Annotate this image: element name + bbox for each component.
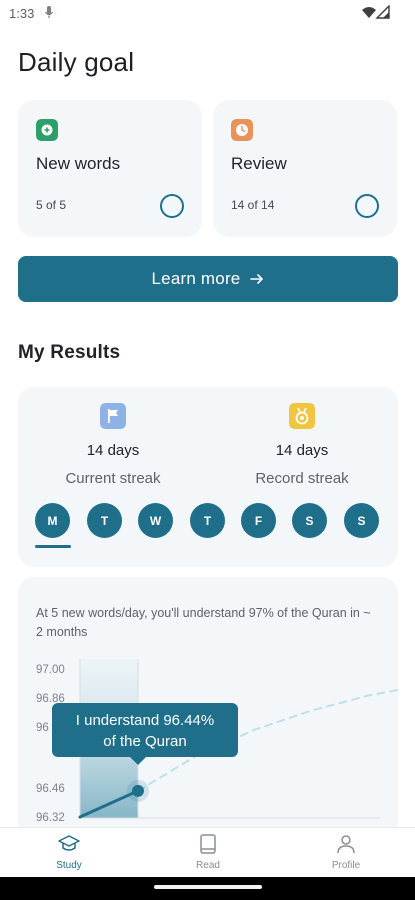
graduation-cap-icon	[58, 835, 80, 851]
goal-card-review[interactable]: Review 14 of 14	[213, 100, 397, 237]
medal-icon	[289, 403, 315, 429]
status-bar: 1:33	[0, 0, 415, 26]
day-saturday[interactable]: S	[292, 503, 327, 538]
record-streak-days: 14 days	[275, 442, 329, 459]
tooltip-text-line1: I understand 96.44%	[76, 712, 214, 729]
plus-circle-icon	[36, 119, 58, 141]
arrow-right-icon	[250, 274, 264, 284]
record-streak: 14 days Record streak	[212, 403, 392, 487]
person-icon	[337, 835, 355, 854]
day-monday[interactable]: M	[35, 503, 70, 538]
section-title-results: My Results	[18, 342, 121, 363]
day-wednesday[interactable]: W	[138, 503, 173, 538]
book-icon	[200, 834, 216, 854]
goal-count: 14 of 14	[231, 198, 275, 212]
current-streak-label: Current streak	[65, 470, 161, 487]
progress-chart: 97.0096.869696.4696.32I understand 96.44…	[36, 659, 398, 824]
tooltip-text-line2: of the Quran	[103, 733, 186, 750]
microphone-icon	[45, 6, 53, 18]
day-tuesday[interactable]: T	[87, 503, 122, 538]
highlight-point	[132, 784, 144, 797]
current-streak: 14 days Current streak	[23, 403, 203, 487]
current-streak-days: 14 days	[86, 442, 140, 459]
goal-status-circle	[355, 194, 379, 218]
nav-profile[interactable]: Profile	[306, 832, 386, 871]
results-card: 14 days Current streak 14 days Record st…	[18, 387, 398, 567]
status-time: 1:33	[9, 6, 35, 21]
projection-card: At 5 new words/day, you'll understand 97…	[18, 577, 398, 837]
nav-label: Read	[196, 860, 220, 871]
goal-count: 5 of 5	[36, 198, 67, 212]
learn-more-button[interactable]: Learn more	[18, 256, 398, 302]
day-friday[interactable]: F	[241, 503, 276, 538]
system-nav-bar	[0, 877, 415, 900]
flag-icon	[100, 403, 126, 429]
nav-read[interactable]: Read	[168, 832, 248, 871]
day-thursday[interactable]: T	[190, 503, 225, 538]
nav-label: Study	[56, 860, 82, 871]
y-tick-label: 96.32	[36, 812, 65, 824]
goal-card-new-words[interactable]: New words 5 of 5	[18, 100, 202, 237]
goal-status-circle	[160, 194, 184, 218]
current-day-indicator	[35, 545, 71, 548]
page-title: Daily goal	[18, 47, 135, 77]
bottom-nav: Study Read Profile	[0, 827, 415, 877]
signal-wifi-icons	[362, 5, 390, 19]
nav-study[interactable]: Study	[29, 832, 109, 871]
day-sunday[interactable]: S	[344, 503, 379, 538]
record-streak-label: Record streak	[255, 470, 349, 487]
clock-icon	[231, 119, 253, 141]
y-tick-label: 96.46	[36, 783, 65, 795]
goal-title: New words	[36, 154, 121, 173]
y-tick-label: 97.00	[36, 664, 65, 676]
projection-text: At 5 new words/day, you'll understand 97…	[36, 606, 371, 639]
y-tick-label: 96	[36, 722, 49, 734]
home-indicator[interactable]	[154, 885, 262, 889]
goal-title: Review	[231, 154, 287, 173]
nav-label: Profile	[331, 860, 361, 871]
learn-more-label: Learn more	[151, 269, 241, 288]
